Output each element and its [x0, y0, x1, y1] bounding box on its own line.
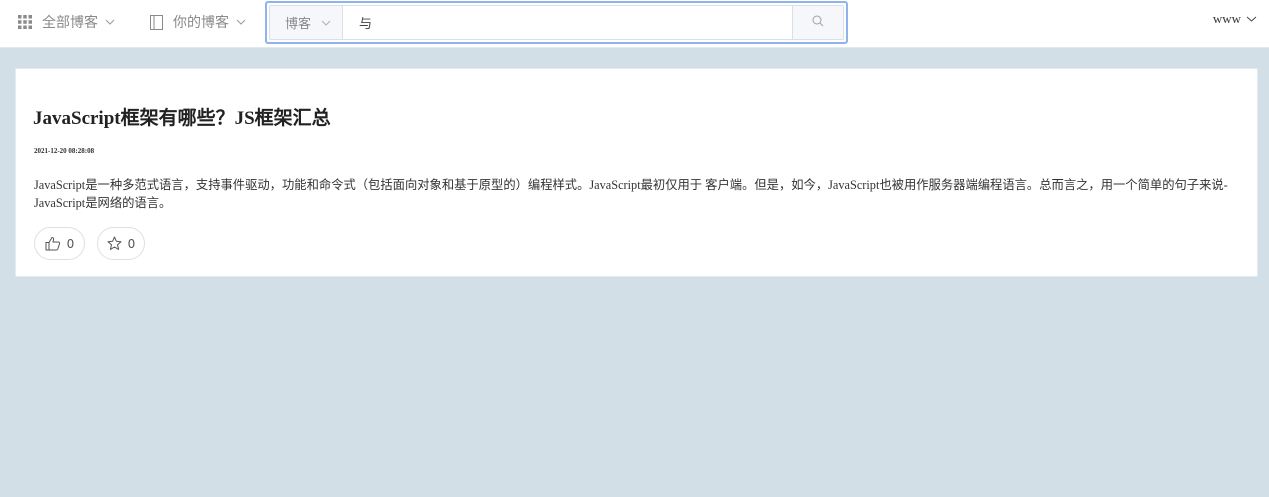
my-blogs-menu[interactable]: 你的博客 [150, 0, 246, 44]
star-icon [107, 236, 122, 251]
search-input-group: 博客 [269, 5, 844, 40]
top-navigation-bar: 全部博客 你的博客 博客 与 www [0, 0, 1269, 48]
chevron-down-icon [321, 20, 331, 26]
blog-post-card: JavaScript框架有哪些？JS框架汇总 2021-12-20 08:28:… [15, 68, 1258, 277]
user-name: www [1212, 11, 1241, 26]
chevron-down-icon [236, 19, 246, 25]
search-button[interactable] [792, 6, 843, 39]
user-menu[interactable]: www [1213, 0, 1257, 38]
like-button[interactable]: 0 [34, 227, 85, 260]
all-blogs-label: 全部博客 [42, 16, 98, 31]
search-box: 博客 [265, 1, 848, 44]
post-title[interactable]: JavaScript框架有哪些？JS框架汇总 [33, 103, 331, 130]
notebook-icon [150, 14, 163, 30]
chevron-down-icon [105, 19, 115, 25]
like-count: 0 [66, 236, 75, 251]
post-date: 2021-12-20 08:28:08 [34, 147, 95, 155]
search-input[interactable] [343, 6, 792, 39]
thumbs-up-icon [45, 236, 61, 251]
search-type-select[interactable]: 博客 [270, 6, 343, 39]
grid-icon [18, 15, 32, 29]
post-summary: JavaScript是一种多范式语言，支持事件驱动，功能和命令式（包括面向对象和… [34, 178, 1228, 210]
search-icon [812, 14, 824, 32]
search-type-label: 博客 [285, 16, 312, 31]
chevron-down-icon [1246, 16, 1257, 22]
my-blogs-label: 你的博客 [173, 16, 229, 31]
favorite-count: 0 [127, 236, 136, 251]
favorite-button[interactable]: 0 [97, 227, 145, 260]
all-blogs-menu[interactable]: 全部博客 [18, 0, 115, 44]
